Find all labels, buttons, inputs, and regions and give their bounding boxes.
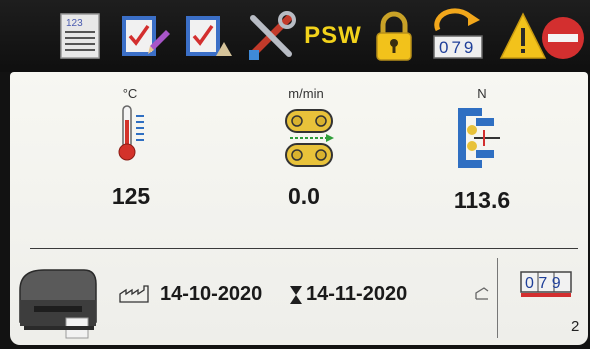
counter-reset-icon[interactable]: 079 xyxy=(428,8,488,64)
warning-stop-icon[interactable] xyxy=(499,8,587,64)
conveyor-rollers-icon xyxy=(280,108,338,168)
list-icon-text: 123 xyxy=(66,18,83,29)
thermometer-icon xyxy=(114,102,154,164)
page-number: 2 xyxy=(571,318,580,335)
start-date: 14-10-2020 xyxy=(160,283,263,305)
password-button[interactable]: PSW xyxy=(302,8,364,64)
force-unit: N xyxy=(477,86,487,101)
temperature-unit: °C xyxy=(122,86,138,101)
factory-icon xyxy=(118,284,152,304)
counter-icon-digits: 079 xyxy=(439,38,476,57)
main-screen: °C 125 m/min 0.0 N 113.6 14-10-2020 14-1… xyxy=(10,72,588,345)
clamp-force-icon xyxy=(454,108,504,168)
padlock-icon[interactable] xyxy=(372,8,416,64)
psw-label: PSW xyxy=(304,22,362,49)
hourglass-icon xyxy=(289,285,303,305)
vertical-divider xyxy=(497,258,498,338)
tools-icon[interactable] xyxy=(243,8,299,64)
toolbar: 123 PSW 079 xyxy=(0,0,590,72)
ramp-icon xyxy=(474,285,490,301)
checklist-edit-icon[interactable] xyxy=(116,8,172,64)
counter-icon[interactable]: 079 xyxy=(520,270,572,298)
horizontal-divider xyxy=(30,248,578,249)
speed-unit: m/min xyxy=(288,86,324,101)
counter-digits: 079 xyxy=(525,275,565,292)
label-printer-icon[interactable] xyxy=(14,260,104,340)
numbered-list-icon[interactable]: 123 xyxy=(58,8,102,64)
checklist-icon[interactable] xyxy=(180,8,236,64)
speed-value: 0.0 xyxy=(288,183,320,209)
force-value: 113.6 xyxy=(453,187,511,213)
temperature-value: 125 xyxy=(111,183,151,209)
end-date: 14-11-2020 xyxy=(306,283,408,305)
